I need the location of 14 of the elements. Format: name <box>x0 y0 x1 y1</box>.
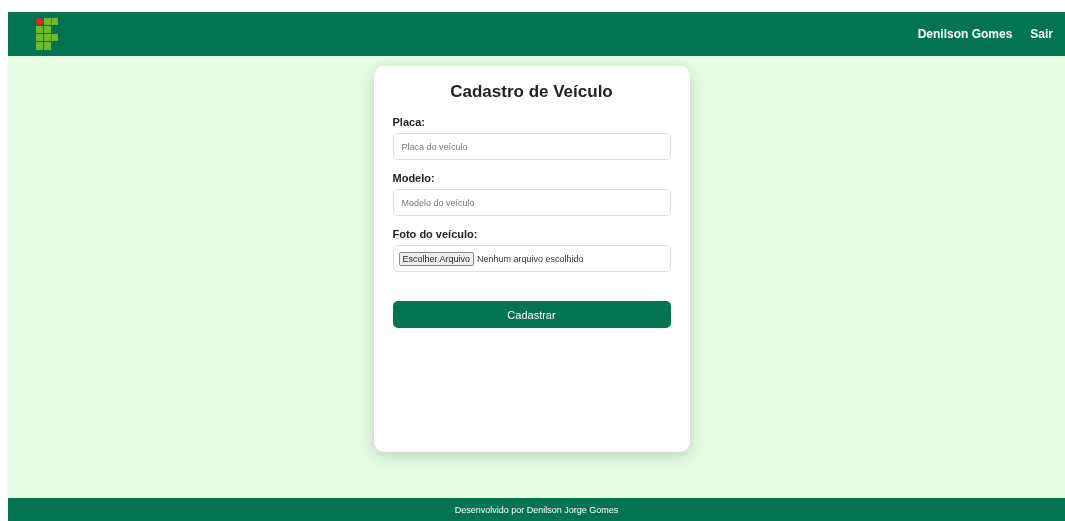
input-field[interactable]: Placa do veículo <box>392 133 671 160</box>
choose-file-button[interactable]: Escolher Arquivo <box>398 251 475 266</box>
field-label: Foto do veículo: <box>392 228 479 240</box>
logo-icon <box>36 18 58 50</box>
file-status: Nenhum arquivo escolhido <box>477 253 584 264</box>
form-title: Cadastro de Veículo <box>449 82 614 102</box>
logout-link[interactable]: Sair <box>1030 27 1053 41</box>
field-label: Placa: <box>392 116 426 128</box>
submit-button[interactable]: Cadastrar <box>392 301 671 328</box>
footer-text: Desenvolvido por Denilson Jorge Gomes <box>454 504 619 515</box>
user-name-link[interactable]: Denilson Gomes <box>917 27 1013 41</box>
input-field[interactable]: Modelo do veículo <box>392 189 671 216</box>
field-label: Modelo: <box>392 172 436 184</box>
file-input-field[interactable]: Escolher Arquivo Nenhum arquivo escolhido <box>392 245 671 272</box>
